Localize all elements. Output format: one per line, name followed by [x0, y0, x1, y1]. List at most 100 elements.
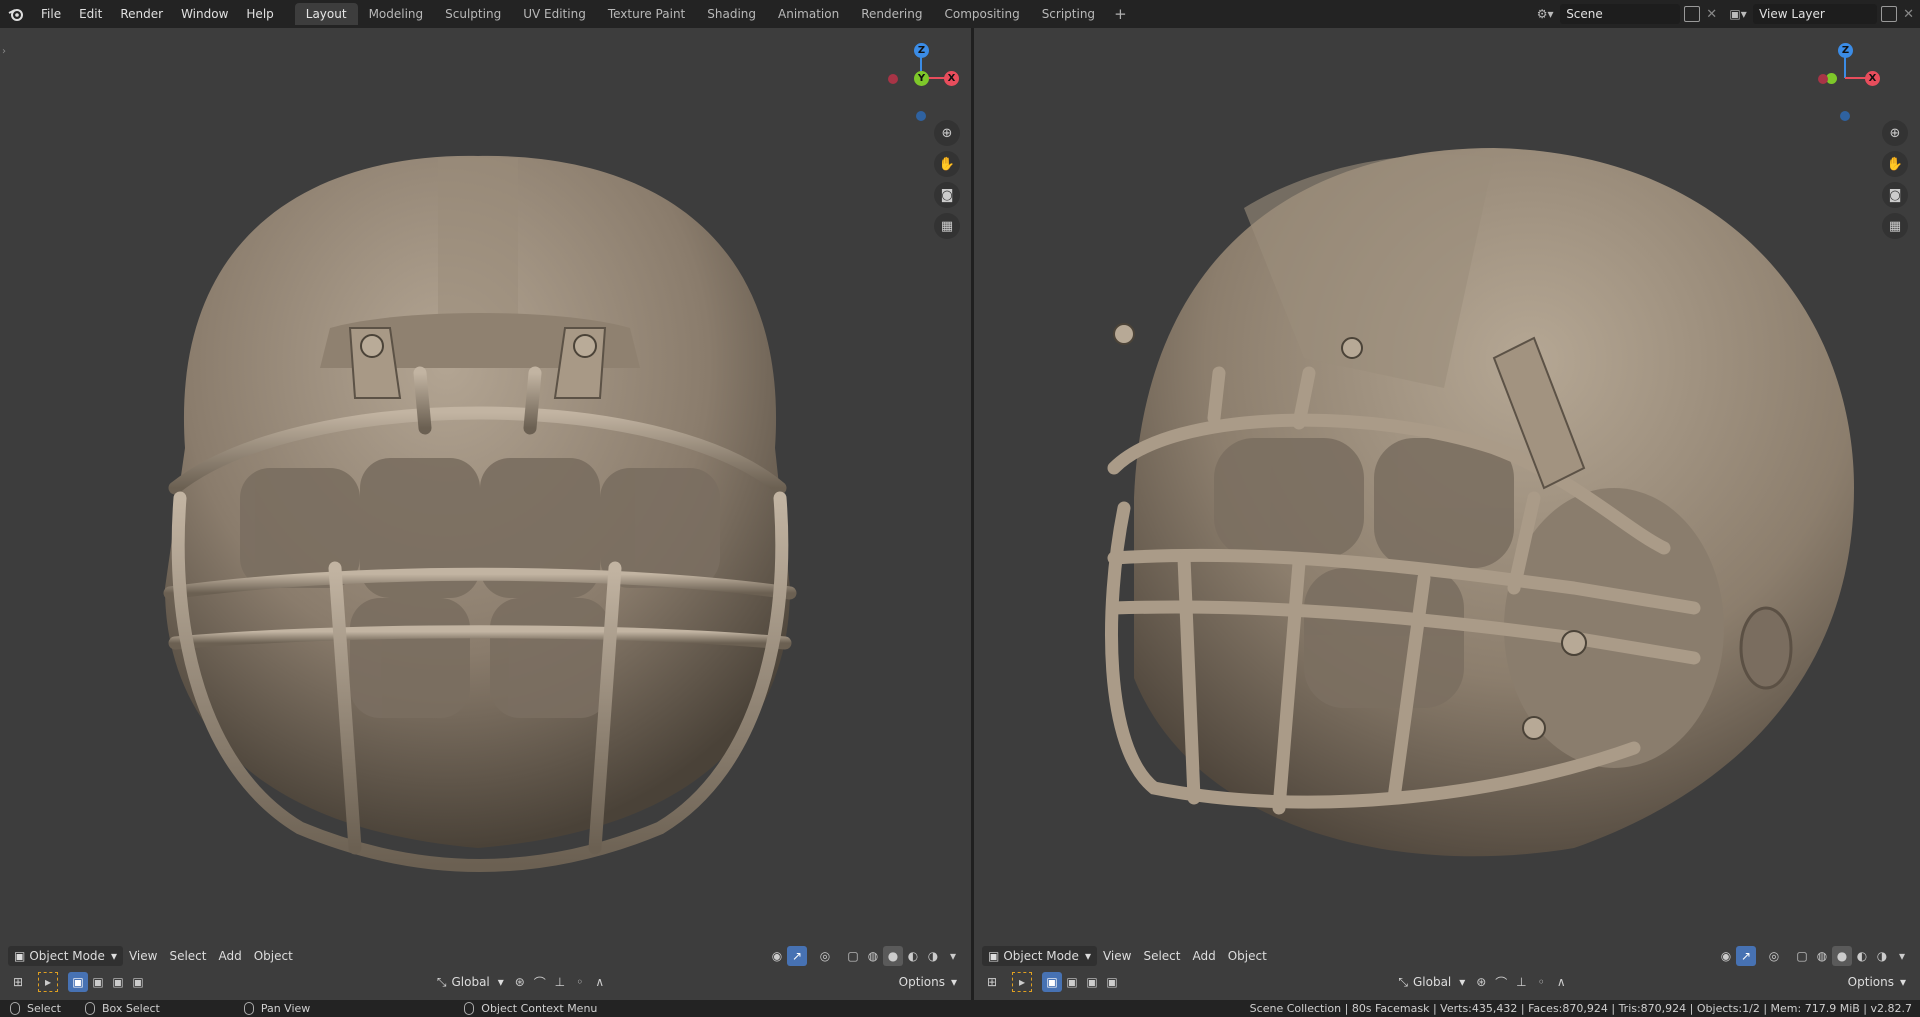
select-mode-new-icon[interactable]: ▣ [1042, 972, 1062, 992]
select-mode-extend-icon[interactable]: ▣ [88, 972, 108, 992]
perspective-grid-icon[interactable]: ▦ [934, 213, 960, 239]
select-tool-icon[interactable]: ▸ [38, 972, 58, 992]
object-mode-dropdown[interactable]: ▣ Object Mode ▾ [982, 946, 1097, 966]
menu-view[interactable]: View [123, 946, 163, 966]
view-layer-icon[interactable]: ▣▾ [1723, 4, 1753, 24]
tab-layout[interactable]: Layout [294, 3, 358, 25]
tab-compositing[interactable]: Compositing [933, 3, 1030, 25]
options-dropdown[interactable]: Options ▾ [893, 972, 963, 992]
snap-target-icon[interactable]: ⊥ [1511, 972, 1531, 992]
snap-icon[interactable]: ⌒ [530, 972, 550, 992]
menu-add[interactable]: Add [212, 946, 247, 966]
pan-hand-icon[interactable]: ✋ [1882, 151, 1908, 177]
editor-type-icon[interactable]: ⊞ [8, 972, 28, 992]
falloff-icon[interactable]: ∧ [1551, 972, 1571, 992]
delete-view-layer-icon[interactable]: ✕ [1903, 7, 1914, 22]
menu-edit[interactable]: Edit [70, 7, 111, 21]
add-workspace-button[interactable]: + [1106, 5, 1135, 23]
new-view-layer-icon[interactable] [1881, 6, 1898, 22]
tab-texture-paint[interactable]: Texture Paint [597, 3, 696, 25]
gizmo-neg-z-axis[interactable] [1840, 111, 1850, 121]
menu-help[interactable]: Help [237, 7, 282, 21]
new-scene-icon[interactable] [1684, 6, 1701, 22]
scene-icon[interactable]: ⚙▾ [1530, 4, 1560, 24]
tab-shading[interactable]: Shading [696, 3, 767, 25]
menu-window[interactable]: Window [172, 7, 237, 21]
rendered-shading-icon[interactable]: ◑ [923, 946, 943, 966]
menu-object[interactable]: Object [1222, 946, 1273, 966]
shading-options-icon[interactable]: ▾ [943, 946, 963, 966]
orientation-dropdown[interactable]: ⤡ Global ▾ [1392, 972, 1471, 992]
object-mode-dropdown[interactable]: ▣ Object Mode ▾ [8, 946, 123, 966]
orthographic-grid-icon[interactable]: ▦ [1882, 213, 1908, 239]
overlay-icon[interactable]: ◎ [1764, 946, 1784, 966]
snap-icon[interactable]: ⌒ [1491, 972, 1511, 992]
gizmo-neg-z-axis[interactable] [916, 111, 926, 121]
zoom-icon[interactable]: ⊕ [934, 120, 960, 146]
select-mode-intersect-icon[interactable]: ▣ [128, 972, 148, 992]
xray-icon[interactable]: ▢ [1792, 946, 1812, 966]
orientation-dropdown[interactable]: ⤡ Global ▾ [431, 972, 510, 992]
snap-target-icon[interactable]: ⊥ [550, 972, 570, 992]
navigation-gizmo[interactable]: Z X [1800, 36, 1890, 126]
proportional-edit-icon[interactable]: ◦ [1531, 972, 1551, 992]
delete-scene-icon[interactable]: ✕ [1706, 7, 1717, 22]
select-mode-subtract-icon[interactable]: ▣ [108, 972, 128, 992]
gizmo-neg-x-axis[interactable] [888, 74, 898, 84]
pivot-icon[interactable]: ⊛ [1471, 972, 1491, 992]
select-tool-icon[interactable]: ▸ [1012, 972, 1032, 992]
visibility-icon[interactable]: ◉ [767, 946, 787, 966]
gizmo-toggle-icon[interactable]: ↗ [1736, 946, 1756, 966]
editor-type-icon[interactable]: ⊞ [982, 972, 1002, 992]
material-shading-icon[interactable]: ◐ [1852, 946, 1872, 966]
menu-render[interactable]: Render [111, 7, 172, 21]
proportional-edit-icon[interactable]: ◦ [570, 972, 590, 992]
shading-options-icon[interactable]: ▾ [1892, 946, 1912, 966]
tab-sculpting[interactable]: Sculpting [434, 3, 512, 25]
select-mode-intersect-icon[interactable]: ▣ [1102, 972, 1122, 992]
visibility-icon[interactable]: ◉ [1716, 946, 1736, 966]
menu-object[interactable]: Object [248, 946, 299, 966]
overlay-icon[interactable]: ◎ [815, 946, 835, 966]
gizmo-x-axis[interactable]: X [944, 71, 959, 86]
select-mode-extend-icon[interactable]: ▣ [1062, 972, 1082, 992]
tab-rendering[interactable]: Rendering [850, 3, 933, 25]
menu-view[interactable]: View [1097, 946, 1137, 966]
options-dropdown[interactable]: Options ▾ [1842, 972, 1912, 992]
view-layer-field[interactable]: View Layer [1753, 4, 1878, 24]
blender-logo-icon[interactable] [0, 0, 32, 28]
tab-scripting[interactable]: Scripting [1031, 3, 1106, 25]
solid-shading-icon[interactable]: ● [1832, 946, 1852, 966]
material-shading-icon[interactable]: ◐ [903, 946, 923, 966]
gizmo-x-axis[interactable]: X [1865, 71, 1880, 86]
falloff-icon[interactable]: ∧ [590, 972, 610, 992]
solid-shading-icon[interactable]: ● [883, 946, 903, 966]
select-mode-new-icon[interactable]: ▣ [68, 972, 88, 992]
pivot-icon[interactable]: ⊛ [510, 972, 530, 992]
pan-hand-icon[interactable]: ✋ [934, 151, 960, 177]
camera-icon[interactable]: ◙ [934, 182, 960, 208]
zoom-icon[interactable]: ⊕ [1882, 120, 1908, 146]
menu-select[interactable]: Select [1137, 946, 1186, 966]
navigation-gizmo[interactable]: Z Y X [876, 36, 966, 126]
xray-icon[interactable]: ▢ [843, 946, 863, 966]
wireframe-shading-icon[interactable]: ◍ [1812, 946, 1832, 966]
select-mode-subtract-icon[interactable]: ▣ [1082, 972, 1102, 992]
scene-name-field[interactable]: Scene [1560, 4, 1681, 24]
viewport-front[interactable]: › Z Y X ⊕ ✋ ◙ ▦ ▣ Object Mode ▾ View Sel… [0, 28, 971, 1000]
gizmo-y-axis[interactable]: Y [914, 71, 929, 86]
gizmo-z-axis[interactable]: Z [1838, 43, 1853, 58]
viewport-perspective[interactable]: Z X ⊕ ✋ ◙ ▦ ▣ Object Mode ▾ View Select Ad… [974, 28, 1920, 1000]
menu-add[interactable]: Add [1186, 946, 1221, 966]
camera-icon[interactable]: ◙ [1882, 182, 1908, 208]
tab-uv-editing[interactable]: UV Editing [512, 3, 597, 25]
rendered-shading-icon[interactable]: ◑ [1872, 946, 1892, 966]
tab-modeling[interactable]: Modeling [358, 3, 435, 25]
wireframe-shading-icon[interactable]: ◍ [863, 946, 883, 966]
menu-file[interactable]: File [32, 7, 70, 21]
tab-animation[interactable]: Animation [767, 3, 850, 25]
gizmo-toggle-icon[interactable]: ↗ [787, 946, 807, 966]
gizmo-z-axis[interactable]: Z [914, 43, 929, 58]
gizmo-neg-x-axis[interactable] [1818, 74, 1828, 84]
menu-select[interactable]: Select [163, 946, 212, 966]
